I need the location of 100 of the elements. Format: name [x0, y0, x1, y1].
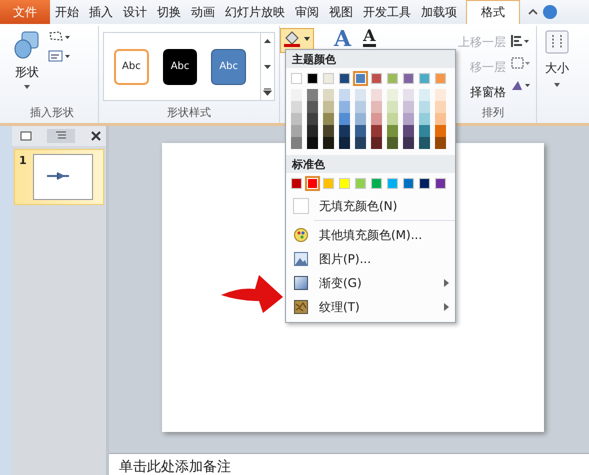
shape-style-option[interactable]: Abc — [211, 48, 246, 84]
color-swatch[interactable] — [355, 125, 366, 137]
shape-style-option[interactable]: Abc — [114, 48, 149, 84]
color-swatch[interactable] — [355, 101, 366, 113]
color-swatch[interactable] — [435, 89, 446, 101]
color-swatch[interactable] — [371, 73, 382, 84]
color-swatch[interactable] — [403, 89, 414, 101]
color-swatch[interactable] — [291, 89, 302, 101]
color-swatch[interactable] — [339, 89, 350, 101]
shape-style-option[interactable]: Abc — [162, 48, 198, 84]
color-swatch[interactable] — [419, 89, 430, 101]
ribbon-tab[interactable]: 格式 — [466, 0, 520, 24]
more-icon[interactable] — [263, 88, 272, 96]
color-swatch[interactable] — [403, 113, 414, 125]
color-swatch[interactable] — [291, 125, 302, 137]
ribbon-tab[interactable]: 幻灯片放映 — [220, 0, 290, 24]
color-swatch[interactable] — [355, 113, 366, 125]
color-swatch[interactable] — [435, 73, 446, 84]
color-swatch[interactable] — [371, 89, 382, 101]
color-swatch[interactable] — [419, 73, 430, 84]
color-swatch[interactable] — [323, 89, 334, 101]
color-swatch[interactable] — [419, 178, 430, 189]
color-swatch[interactable] — [435, 101, 446, 113]
color-swatch[interactable] — [323, 137, 334, 149]
color-swatch[interactable] — [323, 125, 334, 137]
help-icon[interactable] — [543, 5, 557, 19]
color-swatch[interactable] — [371, 178, 382, 189]
color-swatch[interactable] — [387, 125, 398, 137]
color-swatch[interactable] — [387, 113, 398, 125]
slides-tab-icon[interactable] — [20, 131, 32, 141]
color-swatch[interactable] — [419, 101, 430, 113]
color-swatch[interactable] — [323, 178, 334, 189]
color-swatch[interactable] — [387, 101, 398, 113]
color-swatch[interactable] — [291, 113, 302, 125]
color-swatch[interactable] — [387, 89, 398, 101]
color-swatch[interactable] — [371, 137, 382, 149]
ribbon-tab[interactable]: 加载项 — [416, 0, 462, 24]
color-swatch[interactable] — [403, 178, 414, 189]
size-button[interactable]: 大小 — [545, 26, 569, 87]
color-swatch[interactable] — [371, 125, 382, 137]
color-swatch[interactable] — [323, 113, 334, 125]
color-swatch[interactable] — [419, 113, 430, 125]
color-swatch[interactable] — [403, 101, 414, 113]
color-swatch[interactable] — [403, 125, 414, 137]
slide-thumbnail-item[interactable]: 1 — [14, 149, 104, 205]
color-swatch[interactable] — [307, 73, 318, 84]
color-swatch[interactable] — [419, 125, 430, 137]
menu-item[interactable]: 渐变(G) — [286, 271, 455, 295]
group-icon[interactable] — [510, 56, 530, 70]
menu-item[interactable]: 其他填充颜色(M)... — [286, 223, 455, 247]
color-swatch[interactable] — [307, 137, 318, 149]
color-swatch[interactable] — [307, 113, 318, 125]
color-swatch[interactable] — [339, 125, 350, 137]
collapse-ribbon-icon[interactable] — [528, 8, 538, 16]
edit-shape-icon[interactable] — [48, 30, 70, 42]
color-swatch[interactable] — [291, 73, 302, 84]
ribbon-tab[interactable]: 切换 — [152, 0, 186, 24]
color-swatch[interactable] — [307, 101, 318, 113]
color-swatch[interactable] — [291, 137, 302, 149]
color-swatch[interactable] — [339, 137, 350, 149]
close-icon[interactable] — [90, 130, 102, 142]
color-swatch[interactable] — [339, 101, 350, 113]
ribbon-tab[interactable]: 开始 — [50, 0, 84, 24]
color-swatch[interactable] — [355, 137, 366, 149]
ribbon-tab[interactable]: 动画 — [186, 0, 220, 24]
color-swatch[interactable] — [371, 101, 382, 113]
color-swatch[interactable] — [323, 101, 334, 113]
color-swatch[interactable] — [355, 178, 366, 189]
color-swatch[interactable] — [403, 73, 414, 84]
ribbon-tab[interactable]: 设计 — [118, 0, 152, 24]
ribbon-tab[interactable]: 视图 — [324, 0, 358, 24]
shapes-button[interactable]: 形状 — [6, 26, 48, 103]
text-box-icon[interactable] — [48, 50, 70, 62]
color-swatch[interactable] — [355, 89, 366, 101]
color-swatch[interactable] — [291, 101, 302, 113]
arrange-command[interactable]: 择窗格 — [470, 84, 506, 101]
color-swatch[interactable] — [371, 113, 382, 125]
color-swatch[interactable] — [387, 178, 398, 189]
menu-item[interactable]: 无填充颜色(N) — [286, 194, 455, 218]
scroll-up-icon[interactable] — [263, 37, 272, 45]
ribbon-tab[interactable]: 审阅 — [290, 0, 324, 24]
color-swatch[interactable] — [419, 137, 430, 149]
quick-styles-button[interactable]: A — [334, 28, 352, 50]
align-icon[interactable] — [510, 34, 530, 48]
color-swatch[interactable] — [387, 137, 398, 149]
ribbon-tab[interactable]: 插入 — [84, 0, 118, 24]
ribbon-tab[interactable]: 开发工具 — [358, 0, 416, 24]
color-swatch[interactable] — [339, 178, 350, 189]
color-swatch[interactable] — [387, 73, 398, 84]
color-swatch[interactable] — [435, 113, 446, 125]
color-swatch[interactable] — [323, 73, 334, 84]
menu-item[interactable]: 图片(P)... — [286, 247, 455, 271]
color-swatch[interactable] — [403, 137, 414, 149]
color-swatch[interactable] — [339, 113, 350, 125]
outline-tab-icon[interactable] — [47, 129, 75, 143]
notes-field[interactable]: 单击此处添加备注 — [109, 453, 589, 475]
color-swatch[interactable] — [291, 178, 302, 189]
scroll-down-icon[interactable] — [263, 62, 272, 70]
color-swatch[interactable] — [435, 125, 446, 137]
color-swatch[interactable] — [339, 73, 350, 84]
